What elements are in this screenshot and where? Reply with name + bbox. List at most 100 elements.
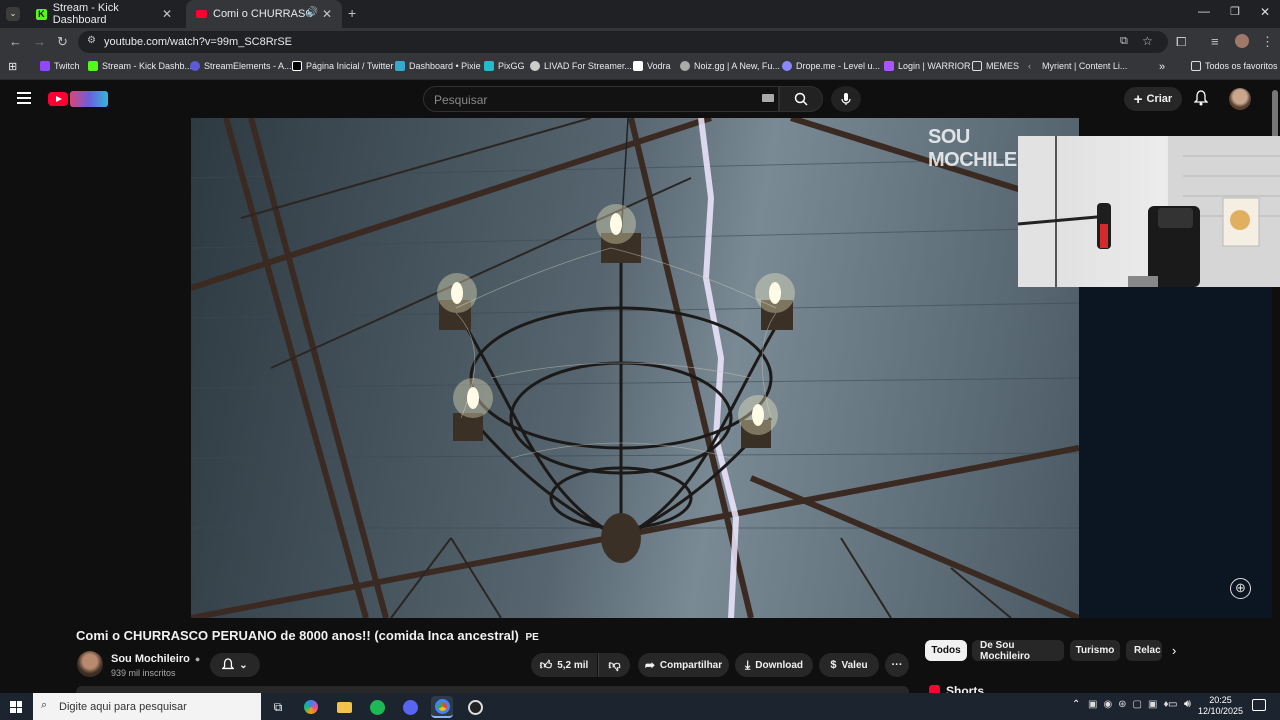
bookmark-item[interactable]: Página Inicial / Twitter — [292, 61, 393, 71]
chevron-right-icon[interactable]: › — [1172, 643, 1176, 658]
keyboard-icon[interactable] — [762, 94, 774, 102]
tab-search-icon[interactable]: ⌄ — [6, 7, 20, 21]
account-avatar[interactable] — [1229, 88, 1251, 110]
browser-tab-kick[interactable]: K Stream - Kick Dashboard ✕ — [26, 0, 182, 28]
copilot-icon[interactable] — [300, 696, 322, 718]
video-side-panel — [1079, 287, 1272, 618]
chip-relacionados[interactable]: Relac — [1126, 640, 1162, 661]
bookmark-item[interactable]: StreamElements - A... — [190, 61, 292, 71]
url-text[interactable]: youtube.com/watch?v=99m_SC8RrSE — [104, 36, 292, 48]
more-icon: ··· — [891, 659, 903, 671]
network-icon[interactable]: ▭ — [1168, 699, 1177, 710]
thumbs-down-icon: 👎︎ — [608, 657, 621, 672]
bookmark-item[interactable]: Noiz.gg | A New, Fu... — [680, 61, 780, 71]
bookmark-item[interactable]: PixGG — [484, 61, 525, 71]
bookmark-star-icon[interactable]: ☆ — [1142, 34, 1153, 48]
notifications-icon[interactable] — [1252, 699, 1266, 711]
bookmark-label: StreamElements - A... — [204, 61, 292, 71]
bookmark-label: Login | WARRIOR — [898, 61, 971, 71]
bookmark-folder[interactable]: MEMES — [972, 61, 1019, 71]
video-title-text: Comi o CHURRASCO PERUANO de 8000 anos!! … — [76, 628, 519, 643]
youtube-logo[interactable] — [48, 91, 108, 109]
media-control-icon[interactable]: ≡ — [1211, 34, 1219, 49]
chip-de-sou-mochileiro[interactable]: De Sou Mochileiro — [972, 640, 1064, 662]
bookmark-item[interactable]: Login | WARRIOR — [884, 61, 971, 71]
extensions-icon[interactable]: ⧠ — [1176, 34, 1186, 50]
menu-icon[interactable]: ⋮ — [1261, 34, 1274, 50]
install-icon[interactable]: ⧉ — [1120, 35, 1128, 48]
task-view-icon[interactable]: ⧉ — [267, 696, 289, 718]
back-icon[interactable]: ← — [9, 34, 22, 49]
bookmark-item[interactable]: Stream - Kick Dashb... — [88, 61, 192, 71]
windows-start-icon[interactable] — [10, 701, 22, 713]
hamburger-menu-icon[interactable] — [17, 92, 31, 104]
chip-turismo[interactable]: Turismo — [1070, 640, 1120, 661]
bookmark-item[interactable]: Vodra — [633, 61, 671, 71]
close-window-button[interactable]: ✕ — [1260, 5, 1270, 19]
bookmark-item[interactable]: Dashboard • Pixie — [395, 61, 481, 71]
tab-title: Stream - Kick Dashboard — [52, 2, 119, 26]
download-button[interactable]: ⤓ Download — [735, 653, 813, 677]
windows-taskbar: ⌕ Digite aqui para pesquisar ⧉ ⌃ ▣◉⊛▢▣♦ … — [0, 693, 1280, 720]
restore-button[interactable]: ❐ — [1230, 5, 1240, 18]
chip-todos[interactable]: Todos — [925, 640, 967, 661]
bookmark-item[interactable]: ‹ Myrient | Content Li... — [1028, 61, 1127, 71]
speaker-icon[interactable]: 🔊 — [306, 7, 318, 18]
download-label: Download — [755, 659, 804, 671]
taskbar-search-placeholder: Digite aqui para pesquisar — [59, 700, 187, 713]
tray-icons[interactable]: ▣◉⊛▢▣♦ — [1088, 699, 1175, 710]
profile-avatar[interactable] — [1235, 34, 1249, 48]
file-explorer-icon[interactable] — [333, 696, 355, 718]
discord-icon[interactable] — [399, 696, 421, 718]
thanks-button[interactable]: $ Valeu — [819, 653, 879, 677]
video-player[interactable]: SOU MOCHILEIRO — [191, 118, 1079, 618]
bookmark-label: PixGG — [498, 61, 525, 71]
close-icon[interactable]: ✕ — [322, 7, 332, 21]
download-icon: ⤓ — [744, 657, 751, 672]
chrome-icon[interactable] — [431, 696, 453, 718]
thanks-label: Valeu — [841, 659, 868, 671]
bookmark-item[interactable]: Twitch — [40, 61, 80, 71]
notifications-bell-icon[interactable] — [1193, 90, 1209, 111]
browser-tab-youtube[interactable]: Comi o CHURRASCO PERU 🔊 ✕ — [186, 0, 342, 28]
taskbar-clock[interactable]: 20:25 12/10/2025 — [1198, 695, 1243, 717]
spotify-icon[interactable] — [366, 696, 388, 718]
all-bookmarks-folder[interactable]: Todos os favoritos — [1191, 61, 1278, 71]
voice-search-button[interactable] — [831, 86, 861, 112]
subscription-notifications-button[interactable]: ⌄ — [210, 653, 260, 677]
obs-icon[interactable] — [464, 696, 486, 718]
thumbs-up-icon: 👍︎ — [539, 657, 553, 672]
close-icon[interactable]: ✕ — [162, 7, 172, 21]
new-tab-button[interactable]: + — [348, 5, 356, 21]
bookmark-item[interactable]: LIVAD For Streamer... — [530, 61, 632, 71]
minimize-button[interactable]: — — [1198, 4, 1210, 18]
search-icon — [794, 92, 808, 106]
search-input[interactable]: Pesquisar — [423, 86, 779, 112]
taskbar-search-input[interactable]: ⌕ Digite aqui para pesquisar — [33, 693, 261, 720]
bookmarks-bar: ⊞ Twitch Stream - Kick Dashb... StreamEl… — [0, 56, 1280, 80]
livad-icon — [530, 61, 540, 71]
volume-icon[interactable]: 🔊︎ — [1184, 698, 1191, 711]
x-icon — [292, 61, 302, 71]
more-actions-button[interactable]: ··· — [885, 653, 909, 677]
language-globe-icon[interactable]: ⊕ — [1230, 578, 1251, 599]
mic-icon — [841, 93, 851, 105]
like-button[interactable]: 👍︎ 5,2 mil — [531, 653, 597, 677]
channel-name[interactable]: Sou Mochileiro ● — [111, 653, 200, 665]
share-button[interactable]: ➦ Compartilhar — [638, 653, 729, 677]
more-bookmarks-icon[interactable]: » — [1159, 61, 1165, 73]
create-button[interactable]: + Criar — [1124, 87, 1182, 111]
page-scrollbar[interactable] — [1272, 90, 1278, 140]
apps-icon[interactable]: ⊞ — [8, 60, 17, 73]
share-label: Compartilhar — [659, 659, 723, 671]
bookmark-item[interactable]: Drope.me - Level u... — [782, 61, 880, 71]
show-hidden-icons[interactable]: ⌃ — [1072, 699, 1080, 710]
forward-icon[interactable]: → — [33, 34, 46, 49]
site-info-icon[interactable]: ⚙ — [87, 35, 96, 46]
search-button[interactable] — [779, 86, 823, 112]
webcam-overlay — [1018, 136, 1280, 287]
address-bar[interactable]: ⚙ youtube.com/watch?v=99m_SC8RrSE ⧉ ☆ — [78, 31, 1168, 53]
reload-icon[interactable]: ↻ — [57, 34, 68, 50]
channel-avatar[interactable] — [77, 651, 103, 677]
dislike-button[interactable]: 👎︎ — [598, 653, 630, 677]
